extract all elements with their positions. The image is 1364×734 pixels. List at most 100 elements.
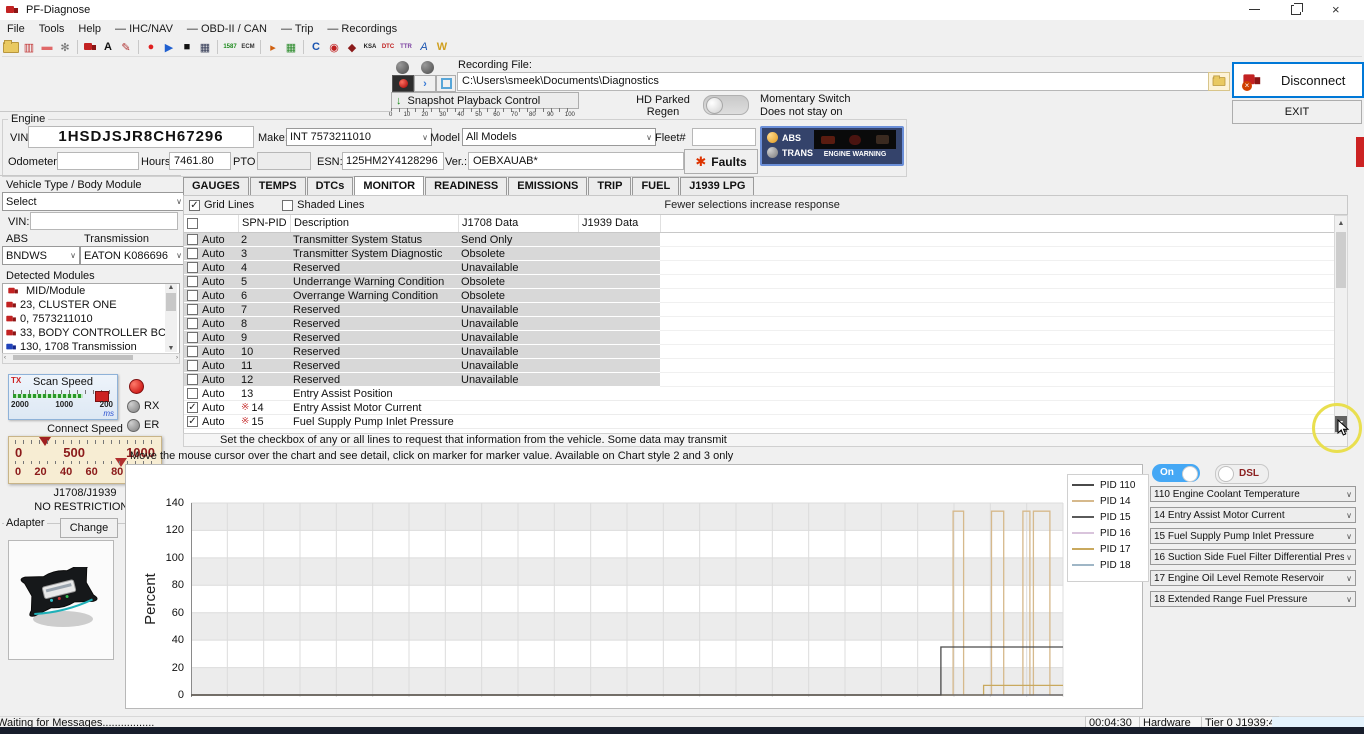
- stop-button[interactable]: [436, 75, 456, 92]
- table-row[interactable]: Auto11ReservedUnavailable: [184, 359, 1334, 373]
- sidebar-vin-field[interactable]: [30, 212, 178, 230]
- menu-item-help[interactable]: Help: [71, 21, 108, 37]
- make-select[interactable]: INT 7573211010∨: [286, 128, 432, 146]
- row-checkbox[interactable]: ✓: [187, 402, 198, 413]
- row-checkbox[interactable]: [187, 332, 198, 343]
- row-checkbox[interactable]: [187, 276, 198, 287]
- chart-panel[interactable]: Percent 020406080100120140 PID 110PID 14…: [125, 464, 1143, 709]
- gauge-panel-icon[interactable]: ▥: [21, 39, 37, 55]
- open-folder-icon[interactable]: [3, 39, 19, 55]
- browse-folder-button[interactable]: [1208, 72, 1230, 91]
- scroll-thumb[interactable]: [166, 293, 176, 311]
- scroll-right-icon[interactable]: ›: [176, 355, 178, 361]
- tab-j1939-lpg[interactable]: J1939 LPG: [680, 177, 754, 195]
- table-row[interactable]: Auto7ReservedUnavailable: [184, 303, 1334, 317]
- table-row[interactable]: Auto9ReservedUnavailable: [184, 331, 1334, 345]
- row-checkbox[interactable]: [187, 318, 198, 329]
- row-checkbox[interactable]: [187, 234, 198, 245]
- module-list-item[interactable]: 130, 1708 Transmission: [3, 340, 179, 354]
- module-list-item[interactable]: MID/Module: [3, 284, 179, 298]
- exit-button[interactable]: EXIT: [1232, 100, 1362, 124]
- hd-regen-toggle[interactable]: [703, 95, 749, 115]
- model-select[interactable]: All Models∨: [462, 128, 656, 146]
- tab-readiness[interactable]: READINESS: [425, 177, 507, 195]
- play-icon[interactable]: ▶: [161, 39, 177, 55]
- snapshot-playback-button[interactable]: ↓ Snapshot Playback Control: [391, 92, 579, 109]
- table-row[interactable]: Auto5Underrange Warning ConditionObsolet…: [184, 275, 1334, 289]
- row-checkbox[interactable]: [187, 248, 198, 259]
- column-header-j1939-data[interactable]: J1939 Data: [578, 215, 660, 232]
- knob-icon[interactable]: [396, 61, 409, 74]
- scroll-up-button[interactable]: ▲: [1335, 216, 1347, 231]
- tab-fuel[interactable]: FUEL: [632, 177, 679, 195]
- record-icon[interactable]: ●: [143, 39, 159, 55]
- ttr-icon[interactable]: TTR: [398, 39, 414, 55]
- transmission-select[interactable]: EATON K086696∨: [80, 246, 186, 265]
- vehicle-type-select[interactable]: Select∨: [2, 192, 186, 211]
- cummins-icon[interactable]: C: [308, 39, 324, 55]
- table-row[interactable]: ✓Auto※14Entry Assist Motor Current: [184, 401, 1334, 415]
- wave-icon[interactable]: W: [434, 39, 450, 55]
- eraser-icon[interactable]: ▬: [39, 39, 55, 55]
- pid-select-18[interactable]: 18 Extended Range Fuel Pressure∨: [1150, 591, 1356, 607]
- menu-item-file[interactable]: File: [0, 21, 32, 37]
- shaded-lines-checkbox[interactable]: [282, 200, 293, 211]
- table-row[interactable]: Auto4ReservedUnavailable: [184, 261, 1334, 275]
- odometer-field[interactable]: [57, 152, 139, 170]
- module-list-item[interactable]: 23, CLUSTER ONE: [3, 298, 179, 312]
- faults-button[interactable]: ✱ Faults: [684, 149, 758, 174]
- diamond-icon[interactable]: ◆: [344, 39, 360, 55]
- modules-vscrollbar[interactable]: ▲ ▼: [165, 284, 177, 352]
- detroit-icon[interactable]: ◉: [326, 39, 342, 55]
- allison-icon[interactable]: A: [416, 39, 432, 55]
- scroll-thumb[interactable]: [13, 355, 133, 360]
- menu-item-tools[interactable]: Tools: [32, 21, 72, 37]
- row-checkbox[interactable]: [187, 304, 198, 315]
- column-header-description[interactable]: Description: [290, 215, 458, 232]
- row-checkbox[interactable]: [187, 360, 198, 371]
- snapshot-grid-icon[interactable]: ▦: [197, 39, 213, 55]
- menu-item-recordings[interactable]: — Recordings: [320, 21, 404, 37]
- scroll-up-icon[interactable]: ▲: [165, 284, 177, 291]
- row-checkbox[interactable]: [187, 374, 198, 385]
- pid-select-15[interactable]: 15 Fuel Supply Pump Inlet Pressure∨: [1150, 528, 1356, 544]
- minimize-button[interactable]: [1249, 9, 1260, 10]
- record-button[interactable]: [392, 75, 414, 92]
- menu-item-ihc-nav[interactable]: — IHC/NAV: [108, 21, 180, 37]
- module-list-item[interactable]: 33, BODY CONTROLLER BCM: [3, 326, 179, 340]
- j1587-icon[interactable]: 1587: [222, 39, 238, 55]
- tab-temps[interactable]: TEMPS: [250, 177, 306, 195]
- play-button[interactable]: ›: [414, 75, 436, 92]
- recording-path-field[interactable]: C:\Users\smeek\Documents\Diagnostics: [457, 72, 1211, 91]
- chart-plot[interactable]: [191, 481, 1065, 697]
- chip-icon[interactable]: ▦: [283, 39, 299, 55]
- on-toggle[interactable]: On: [1152, 464, 1200, 482]
- settings-gear-icon[interactable]: ✻: [57, 39, 73, 55]
- pid-select-14[interactable]: 14 Entry Assist Motor Current∨: [1150, 507, 1356, 523]
- disconnect-button[interactable]: × Disconnect: [1232, 62, 1364, 98]
- dtc-icon[interactable]: DTC: [380, 39, 396, 55]
- scroll-thumb[interactable]: [1336, 232, 1346, 288]
- scroll-left-icon[interactable]: ‹: [4, 355, 6, 361]
- table-row[interactable]: Auto12ReservedUnavailable: [184, 373, 1334, 387]
- pid-select-16[interactable]: 16 Suction Side Fuel Filter Differential…: [1150, 549, 1356, 565]
- close-button[interactable]: ×: [1332, 2, 1340, 17]
- row-checkbox[interactable]: [187, 262, 198, 273]
- table-row[interactable]: Auto3Transmitter System DiagnosticObsole…: [184, 247, 1334, 261]
- header-checkbox[interactable]: [187, 218, 198, 229]
- pid-select-17[interactable]: 17 Engine Oil Level Remote Reservoir∨: [1150, 570, 1356, 586]
- truck-icon[interactable]: [82, 39, 98, 55]
- table-scrollbar[interactable]: ▲ ▼: [1334, 215, 1348, 433]
- table-row[interactable]: Auto10ReservedUnavailable: [184, 345, 1334, 359]
- bold-a-icon[interactable]: A: [100, 39, 116, 55]
- knob-icon[interactable]: [421, 61, 434, 74]
- menu-item-obd-ii-can[interactable]: — OBD-II / CAN: [180, 21, 274, 37]
- column-header-j1708-data[interactable]: J1708 Data: [458, 215, 578, 232]
- menu-item-trip[interactable]: — Trip: [274, 21, 320, 37]
- table-row[interactable]: Auto8ReservedUnavailable: [184, 317, 1334, 331]
- run-folder-icon[interactable]: ▸: [265, 39, 281, 55]
- tab-trip[interactable]: TRIP: [588, 177, 631, 195]
- grid-lines-checkbox[interactable]: ✓: [189, 200, 200, 211]
- table-row[interactable]: Auto6Overrange Warning ConditionObsolete: [184, 289, 1334, 303]
- stop-icon[interactable]: ■: [179, 39, 195, 55]
